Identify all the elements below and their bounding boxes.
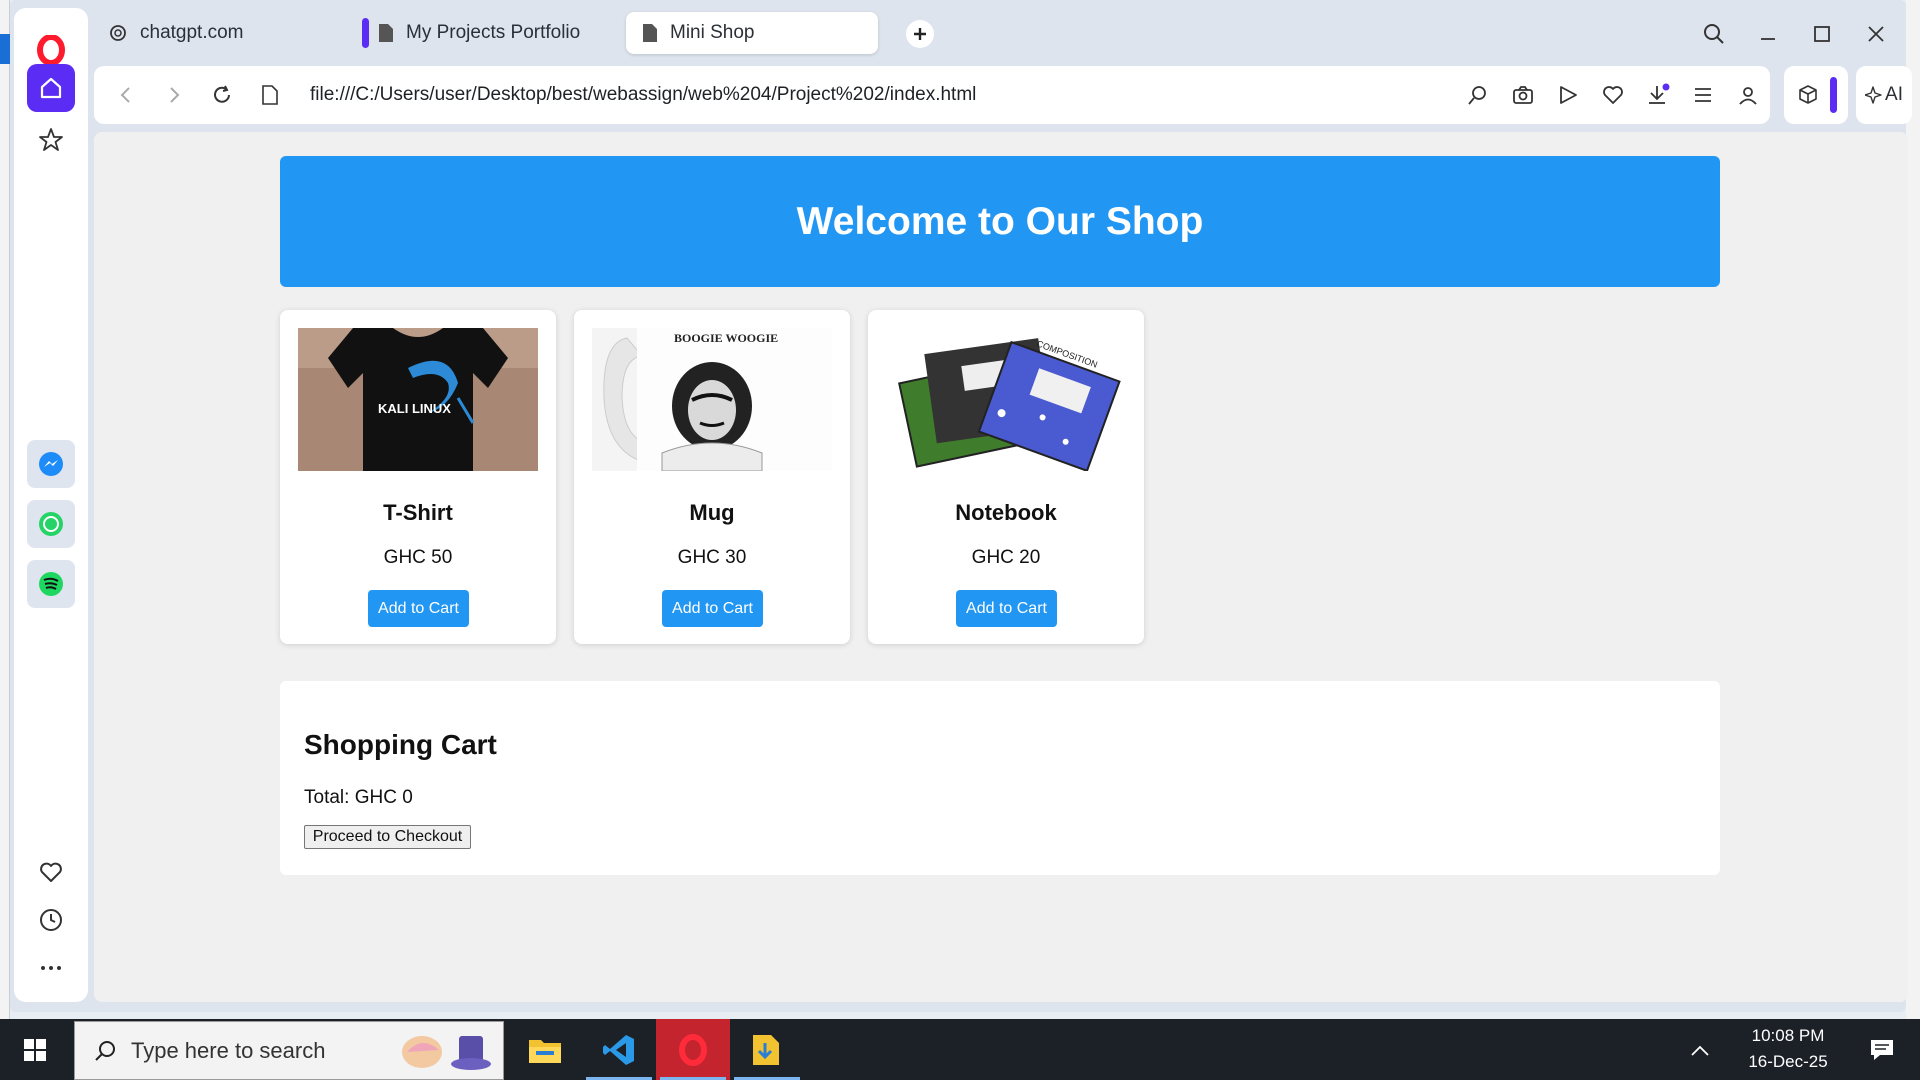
tab-label: My Projects Portfolio: [406, 22, 581, 43]
tab-mini-shop[interactable]: Mini Shop: [626, 12, 878, 54]
tab-indicator: [362, 18, 369, 48]
aria-ai-button[interactable]: AI: [1856, 66, 1912, 124]
snapshot-icon[interactable]: [1500, 66, 1545, 124]
minimize-button[interactable]: [1748, 14, 1788, 54]
document-icon: [642, 23, 658, 43]
add-to-cart-button[interactable]: Add to Cart: [368, 590, 469, 627]
opera-taskbar-icon[interactable]: [656, 1019, 730, 1080]
search-tabs-icon[interactable]: [1694, 14, 1734, 54]
search-placeholder: Type here to search: [131, 1037, 326, 1063]
find-in-page-icon[interactable]: [1455, 66, 1500, 124]
account-icon[interactable]: [1725, 66, 1770, 124]
history-icon[interactable]: [27, 896, 75, 944]
add-to-cart-button[interactable]: Add to Cart: [662, 590, 763, 627]
taskbar-clock[interactable]: 10:08 PM 16-Dec-25: [1728, 1023, 1848, 1075]
maximize-button[interactable]: [1802, 14, 1842, 54]
sparkle-icon: [1865, 86, 1882, 104]
desktop-edge-accent: [0, 34, 10, 64]
clock-time: 10:08 PM: [1751, 1026, 1825, 1045]
search-icon: [93, 1039, 117, 1063]
openai-icon: [108, 23, 128, 43]
downloads-icon[interactable]: [1635, 66, 1680, 124]
page-viewport: Welcome to Our Shop KALI LINUX T-Shirt G…: [94, 132, 1908, 1002]
desktop-edge-right: [1906, 0, 1920, 1022]
close-button[interactable]: [1856, 14, 1896, 54]
document-icon: [378, 23, 394, 43]
mug-image: BOOGIE WOOGIE: [592, 328, 832, 471]
easy-setup-icon[interactable]: [1680, 66, 1725, 124]
product-name: T-Shirt: [383, 500, 453, 525]
star-icon[interactable]: [27, 116, 75, 164]
extensions-button[interactable]: [1784, 66, 1848, 124]
home-icon[interactable]: [27, 64, 75, 112]
vscode-icon[interactable]: [582, 1019, 656, 1080]
flow-send-icon[interactable]: [1545, 66, 1590, 124]
add-to-cart-button[interactable]: Add to Cart: [956, 590, 1057, 627]
product-price: GHC 20: [971, 547, 1041, 568]
tab-label: Mini Shop: [670, 22, 755, 43]
spotify-icon[interactable]: [27, 560, 75, 608]
tshirt-print-text: KALI LINUX: [378, 401, 451, 416]
page-title: Welcome to Our Shop: [796, 199, 1204, 243]
more-icon[interactable]: [27, 944, 75, 992]
tshirt-image: KALI LINUX: [298, 328, 538, 471]
product-card-notebook: COMPOSITION Notebook GHC 20 Add to Cart: [868, 310, 1144, 644]
product-card-tshirt: KALI LINUX T-Shirt GHC 50 Add to Cart: [280, 310, 556, 644]
product-name: Mug: [689, 500, 735, 525]
tab-my-projects-portfolio[interactable]: My Projects Portfolio: [362, 12, 624, 54]
windows-taskbar: Type here to search 10:08 PM 16-Dec-25: [0, 1019, 1920, 1080]
address-bar: file:///C:/Users/user/Desktop/best/webas…: [94, 66, 1770, 124]
forward-button[interactable]: [150, 71, 198, 119]
notifications-icon[interactable]: [1856, 1019, 1908, 1080]
new-tab-button[interactable]: [906, 20, 934, 48]
checkout-button[interactable]: Proceed to Checkout: [304, 825, 471, 849]
cart-title: Shopping Cart: [304, 729, 497, 760]
search-highlight-icon: [397, 1030, 497, 1074]
taskbar-search[interactable]: Type here to search: [74, 1021, 504, 1080]
product-price: GHC 50: [383, 547, 453, 568]
bookmark-heart-icon[interactable]: [1590, 66, 1635, 124]
back-button[interactable]: [102, 71, 150, 119]
file-explorer-icon[interactable]: [508, 1019, 582, 1080]
whatsapp-icon[interactable]: [27, 500, 75, 548]
shopping-cart: Shopping Cart Total: GHC 0 Proceed to Ch…: [280, 681, 1720, 875]
shop-header: Welcome to Our Shop: [280, 156, 1720, 287]
clock-date: 16-Dec-25: [1748, 1052, 1828, 1071]
windows-start-icon[interactable]: [0, 1019, 70, 1080]
browser-window: chatgpt.com My Projects Portfolio Mini S…: [10, 0, 1912, 1012]
cart-total: Total: GHC 0: [304, 787, 413, 808]
tab-chatgpt[interactable]: chatgpt.com: [92, 12, 342, 54]
cube-icon: [1798, 85, 1817, 104]
notebook-image: COMPOSITION: [886, 328, 1126, 471]
tab-label: chatgpt.com: [140, 22, 244, 43]
product-name: Notebook: [955, 500, 1057, 525]
show-hidden-icons-icon[interactable]: [1680, 1019, 1720, 1080]
file-icon: [246, 71, 294, 119]
reload-button[interactable]: [198, 71, 246, 119]
mug-print-text: BOOGIE WOOGIE: [674, 331, 778, 345]
url-field[interactable]: file:///C:/Users/user/Desktop/best/webas…: [310, 84, 976, 106]
messenger-icon[interactable]: [27, 440, 75, 488]
ai-label: AI: [1885, 84, 1903, 105]
desktop-edge: [0, 0, 10, 1022]
extensions-indicator: [1829, 77, 1837, 113]
product-price: GHC 30: [677, 547, 747, 568]
heart-icon[interactable]: [27, 848, 75, 896]
address-bar-tools: [1455, 66, 1770, 124]
downloads-folder-icon[interactable]: [730, 1019, 804, 1080]
opera-sidebar: [14, 8, 88, 1002]
product-card-mug: BOOGIE WOOGIE Mug GHC 30 Add to Cart: [574, 310, 850, 644]
